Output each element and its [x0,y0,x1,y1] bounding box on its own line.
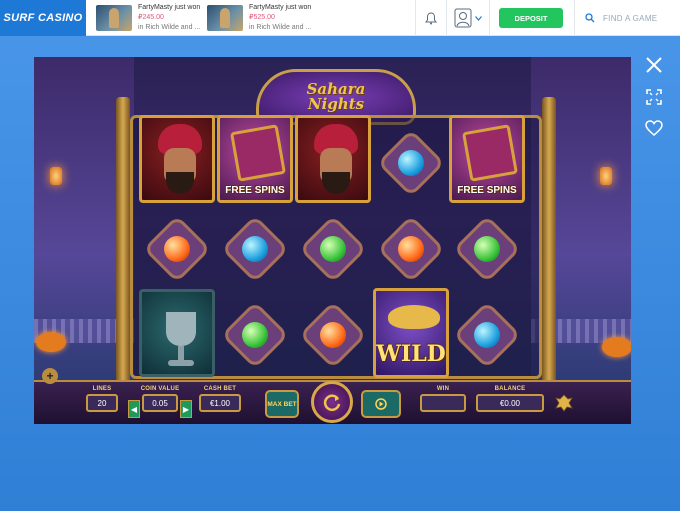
coin-value-increase-button[interactable]: ▶ [180,400,192,418]
autoplay-icon [375,398,387,410]
balance-value: €0.00 [476,394,544,412]
fullscreen-button[interactable] [644,87,664,107]
free-spins-label: FREE SPINS [457,185,517,196]
bell-icon [424,11,437,24]
cash-bet-control: CASH BET €1.00 [199,386,241,412]
coin-value-box: 0.05 [142,386,178,412]
win-label: WIN [436,386,450,392]
coin-value-decrease-button[interactable]: ◀ [128,400,140,418]
chevron-down-icon [475,15,482,21]
winner-name: FartyMasty just won [138,3,201,11]
favorite-button[interactable] [644,118,664,138]
symbol-free-spins: FREE SPINS [448,115,526,203]
spin-arrows-icon [323,394,341,411]
balance-display: BALANCE €0.00 [476,386,544,412]
close-icon [646,57,662,73]
heart-icon [645,120,663,136]
cash-bet-label: CASH BET [203,386,237,392]
scarab-menu-icon [555,394,573,412]
fullscreen-icon [646,89,662,105]
winner-amount: ₽525.00 [249,13,275,21]
top-bar: SURF CASINO FartyMasty just won ₽245.00 … [0,0,680,36]
search-input[interactable]: FIND A GAME [574,0,680,36]
spin-button[interactable] [311,381,353,423]
winner-game: in Rich Wilde and ... [249,23,312,31]
cash-bet-value: €1.00 [199,394,241,412]
pumpkin-decoration [602,337,631,357]
symbol-orange-gem [294,291,372,379]
frame-pillar [116,97,130,387]
max-bet-button[interactable]: MAX BET [265,390,299,418]
symbol-wild: WILD [372,287,450,379]
lines-label: LINES [92,386,112,392]
recent-win-item[interactable]: FartyMasty just won ₽525.00 in Rich Wild… [197,0,312,36]
game-menu-button[interactable] [553,392,575,414]
symbol-green-gem [294,205,372,293]
frame-pillar [542,97,556,387]
wild-label: WILD [376,341,446,367]
win-display: WIN [420,386,466,412]
user-avatar-icon [454,8,472,28]
winner-name: FartyMasty just won [249,3,312,11]
symbol-sultan [294,115,372,203]
pumpkin-decoration [36,332,66,352]
symbol-blue-gem [372,119,450,207]
symbol-green-gem [216,291,294,379]
symbol-free-spins: FREE SPINS [216,115,294,203]
deposit-button[interactable]: DEPOSIT [499,8,563,28]
win-value [420,394,466,412]
close-game-button[interactable] [644,55,664,75]
search-placeholder: FIND A GAME [603,13,658,23]
search-icon [585,13,595,23]
site-logo[interactable]: SURF CASINO [0,0,86,36]
free-spins-label: FREE SPINS [225,185,285,196]
lines-value: 20 [86,394,118,412]
symbol-blue-gem [216,205,294,293]
notifications-button[interactable] [415,0,445,36]
symbol-green-gem [448,205,526,293]
winner-game: in Rich Wilde and ... [138,23,201,31]
symbol-sultan [138,115,216,203]
coin-value: 0.05 [142,394,178,412]
symbol-blue-gem [448,291,526,379]
symbol-orange-gem [138,205,216,293]
lines-control: LINES 20 [86,386,118,412]
winner-amount: ₽245.00 [138,13,164,21]
lantern-decoration [600,167,612,185]
symbol-goblet [138,289,216,377]
lantern-decoration [50,167,62,185]
slot-game-frame[interactable]: Sahara Nights FREE SPINS FREE SPINS WILD… [34,57,631,424]
balance-label: BALANCE [494,386,526,392]
profile-menu-button[interactable] [446,0,490,36]
recent-win-item[interactable]: FartyMasty just won ₽245.00 in Rich Wild… [86,0,201,36]
game-thumbnail [96,4,132,31]
autoplay-button[interactable] [361,390,401,418]
game-thumbnail [207,4,243,31]
expand-menu-button[interactable]: + [42,368,58,384]
symbol-orange-gem [372,205,450,293]
game-control-bar: LINES 20 COIN VALUE ◀ 0.05 ▶ CASH BET €1… [34,380,631,424]
game-title-line2: Nights [307,95,365,113]
